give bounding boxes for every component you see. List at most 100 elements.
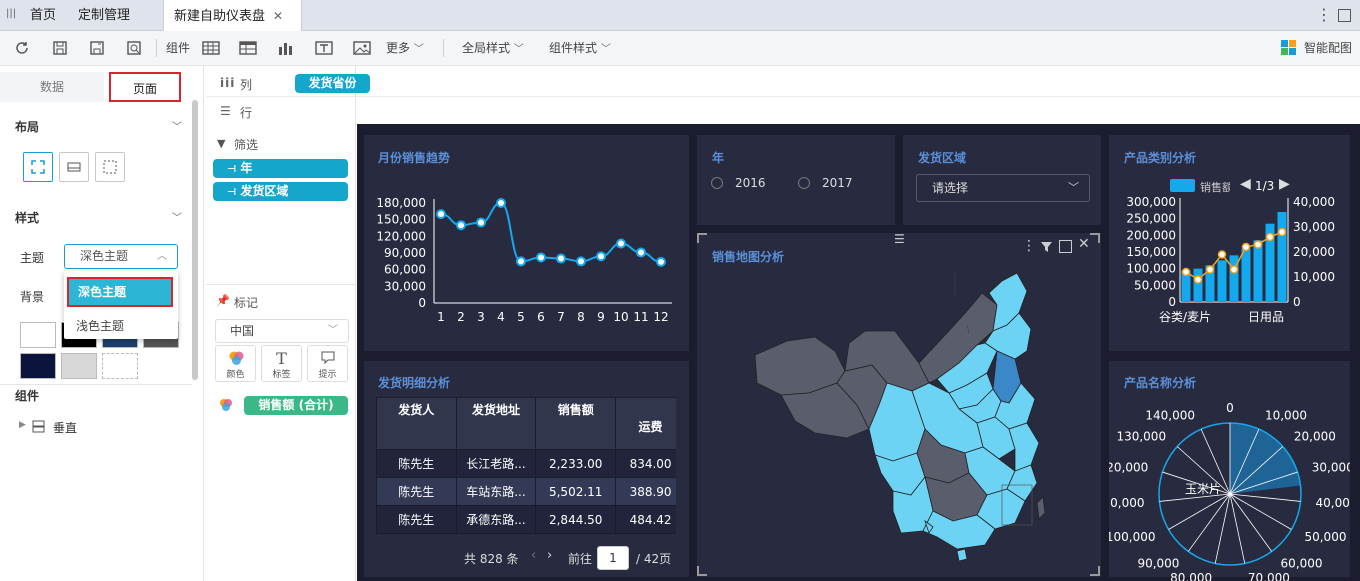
color-mark-label: 颜色 — [226, 370, 245, 380]
data-point — [516, 256, 526, 267]
refresh-icon[interactable] — [12, 38, 32, 58]
tab-home[interactable]: 首页 — [20, 0, 66, 31]
table-header-cell[interactable]: 运费 — [615, 397, 676, 450]
polar-tick-label: 60,000 — [1281, 557, 1323, 571]
category-combo-chart: 0 50,000 100,000 150,000 200,000 250,000 300,0… — [1126, 195, 1335, 309]
line-point — [1205, 265, 1215, 274]
more-dropdown[interactable]: 更多 ﹀ — [386, 31, 424, 66]
region-select[interactable]: 请选择 ﹀ — [916, 174, 1090, 202]
detail-table-viewport[interactable]: 发货人 发货地址 销售额 运费 陈先生 长江老路... 2,233.00 834… — [376, 397, 676, 537]
tooltip-mark-button[interactable]: 提示 — [307, 345, 348, 382]
theme-select[interactable]: 深色主题 ︿ — [64, 244, 178, 269]
line-point — [1229, 265, 1239, 274]
color-measure-icon — [218, 397, 234, 413]
radio-2017[interactable] — [798, 177, 810, 189]
filter-pill-region[interactable]: ⊣ 发货区域 — [213, 182, 348, 201]
region-filter-title: 发货区域 — [918, 151, 967, 165]
fit-width-icon[interactable] — [59, 152, 89, 182]
bg-swatch-light-gray[interactable] — [61, 353, 97, 379]
more-label: 更多 — [386, 41, 411, 55]
trend-line-chart: 0 30,000 60,000 90,000 120,000 150,000 180,000… — [376, 196, 672, 324]
tooltip-mark-label: 提示 — [318, 370, 337, 380]
image-icon[interactable] — [352, 38, 372, 58]
hierarchy-icon: ⊣ — [227, 164, 237, 175]
table-row[interactable]: 陈先生 承德东路... 2,844.50 484.42 — [376, 505, 676, 534]
label-mark-button[interactable]: T 标签 — [261, 345, 302, 382]
y-tick-label: 0 — [418, 296, 426, 310]
tab-data[interactable]: 数据 — [0, 72, 104, 102]
prev-page-icon[interactable]: ‹ — [531, 548, 536, 563]
save-icon[interactable] — [50, 38, 70, 58]
table-cell: 陈先生 — [376, 477, 457, 506]
column-pill-province[interactable]: 发货省份 — [295, 74, 370, 93]
table-icon[interactable] — [201, 38, 221, 58]
polar-tick-label: 80,000 — [1170, 571, 1212, 581]
table-row[interactable]: 陈先生 长江老路... 2,233.00 834.00 — [376, 449, 676, 478]
chevron-down-icon: ﹀ — [413, 44, 424, 55]
x-tick-label: 11 — [633, 310, 648, 324]
chevron-down-icon[interactable]: ﹀ — [172, 118, 182, 133]
polar-tick-label: 0 — [1226, 401, 1234, 415]
chevron-down-icon: ﹀ — [513, 44, 524, 55]
bg-swatch-custom[interactable] — [102, 353, 138, 379]
close-icon[interactable]: ✕ — [273, 9, 283, 23]
bar — [1217, 260, 1227, 302]
menu-grip-icon[interactable]: ||| — [6, 8, 16, 19]
component-style-label: 组件样式 — [549, 41, 598, 55]
theme-option-dark[interactable]: 深色主题 — [67, 277, 173, 307]
divider — [0, 384, 192, 385]
table-header-cell[interactable]: 销售额 — [535, 397, 617, 450]
preview-icon[interactable] — [124, 38, 144, 58]
scrollbar[interactable] — [192, 100, 198, 380]
save-as-icon[interactable] — [87, 38, 107, 58]
expand-icon[interactable]: ▶ — [19, 420, 26, 430]
fit-screen-icon[interactable] — [23, 152, 53, 182]
table-cell: 长江老路... — [455, 449, 537, 478]
bar-chart-icon[interactable] — [276, 38, 296, 58]
global-style-dropdown[interactable]: 全局样式 ﹀ — [462, 31, 524, 66]
table-row[interactable]: 陈先生 车站东路... 5,502.11 388.90 — [376, 477, 676, 506]
filter-pill-year[interactable]: ⊣ 年 — [213, 159, 348, 178]
table-header-cell[interactable]: 发货地址 — [455, 397, 537, 450]
text-box-icon[interactable] — [314, 38, 334, 58]
maximize-icon[interactable] — [1338, 9, 1351, 22]
y-tick-label: 120,000 — [376, 229, 426, 243]
actual-size-icon[interactable] — [95, 152, 125, 182]
polar-tick-label: 130,000 — [1116, 429, 1166, 443]
tab-page[interactable]: 页面 — [109, 72, 181, 102]
map-region-select[interactable]: 中国 ﹀ — [215, 319, 349, 343]
theme-select-value: 深色主题 — [80, 249, 129, 263]
component-style-dropdown[interactable]: 组件样式 ﹀ — [549, 31, 611, 66]
layout-section-title: 布局 — [15, 120, 40, 134]
more-vertical-icon[interactable]: ⋮ — [1316, 5, 1332, 24]
y-tick-label: 200,000 — [1126, 228, 1176, 242]
next-page-icon[interactable]: › — [547, 548, 552, 563]
table-header-cell[interactable]: 发货人 — [376, 397, 457, 450]
color-mark-button[interactable]: 颜色 — [215, 345, 256, 382]
x-tick-label: 8 — [577, 310, 585, 324]
line-point — [1241, 242, 1251, 252]
tab-new-dashboard[interactable]: 新建自助仪表盘 ✕ — [163, 0, 302, 31]
total-pages: / 42页 — [636, 552, 672, 566]
year-filter-panel[interactable] — [697, 135, 895, 225]
tab-custom-manage[interactable]: 定制管理 — [68, 0, 140, 31]
table-cell: 陈先生 — [376, 449, 457, 478]
smart-chart-icon[interactable] — [1281, 40, 1296, 55]
china-map — [754, 272, 1046, 562]
y-tick-label: 300,000 — [1126, 195, 1176, 209]
measure-pill-sales[interactable]: 销售额 (合计) — [244, 396, 348, 415]
radio-2016[interactable] — [711, 177, 723, 189]
bg-swatch-navy[interactable] — [20, 353, 56, 379]
crosstab-icon[interactable] — [238, 38, 258, 58]
theme-option-light[interactable]: 浅色主题 — [76, 317, 124, 334]
chevron-down-icon[interactable]: ﹀ — [172, 209, 182, 224]
x-tick-label: 4 — [497, 310, 505, 324]
polar-tick-label: 110,000 — [1109, 496, 1144, 510]
chevron-down-icon: ﹀ — [1068, 181, 1079, 194]
vertical-component-label[interactable]: 垂直 — [53, 419, 77, 436]
smart-chart-button[interactable]: 智能配图 — [1304, 31, 1352, 66]
year-filter-title: 年 — [712, 151, 725, 165]
y2-tick-label: 10,000 — [1293, 270, 1335, 284]
page-input[interactable]: 1 — [597, 546, 629, 570]
bg-swatch-white[interactable] — [20, 322, 56, 348]
